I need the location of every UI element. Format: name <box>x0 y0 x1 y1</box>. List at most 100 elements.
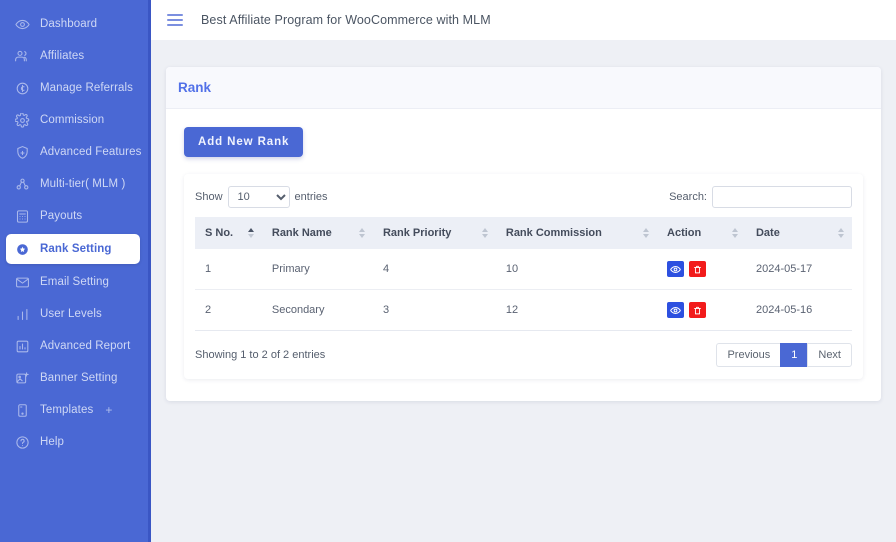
column-header-label: Rank Priority <box>383 227 451 239</box>
sidebar-item-payouts[interactable]: Payouts <box>0 202 148 230</box>
table-header-row: S No. Rank Name Rank Priority Rank Commissi… <box>195 217 852 249</box>
rank-table: S No. Rank Name Rank Priority Rank Commissi… <box>195 217 852 331</box>
sidebar-item-label: Email Setting <box>40 276 109 288</box>
column-header-label: Rank Commission <box>506 227 602 239</box>
template-icon <box>14 402 30 418</box>
column-header-label: Action <box>667 227 701 239</box>
column-header-s-no[interactable]: S No. <box>195 217 262 249</box>
rank-table-wrapper: Show 102550100 entries Search: S No. Rank… <box>184 174 863 379</box>
sidebar-item-manage-referrals[interactable]: Manage Referrals <box>0 74 148 102</box>
delete-button[interactable] <box>689 302 706 318</box>
table-search-control: Search: <box>669 186 852 208</box>
sort-arrows-icon <box>248 228 254 238</box>
sidebar-item-label: Multi-tier( MLM ) <box>40 178 125 190</box>
cell-rank-priority: 3 <box>373 290 496 331</box>
cell-rank-name: Primary <box>262 249 373 290</box>
sidebar-item-help[interactable]: Help <box>0 428 148 456</box>
sidebar-item-label: Affiliates <box>40 50 84 62</box>
main-area: Best Affiliate Program for WooCommerce w… <box>148 0 896 542</box>
pagination-previous[interactable]: Previous <box>716 343 780 367</box>
cell-rank-commission: 10 <box>496 249 657 290</box>
rank-table-body: 1Primary410 2024-05-17 2Secondary312 2024-0… <box>195 249 852 331</box>
cell-sno: 2 <box>195 290 262 331</box>
cell-date: 2024-05-17 <box>746 249 852 290</box>
pagination-next[interactable]: Next <box>807 343 852 367</box>
calculator-icon <box>14 208 30 224</box>
cell-actions <box>657 290 746 331</box>
sidebar-item-advanced-report[interactable]: Advanced Report <box>0 332 148 360</box>
sidebar-item-label: Advanced Report <box>40 340 130 352</box>
envelope-icon <box>14 274 30 290</box>
sidebar-item-label: User Levels <box>40 308 102 320</box>
cell-rank-name: Secondary <box>262 290 373 331</box>
shield-plus-icon <box>14 144 30 160</box>
sidebar-item-advanced-features[interactable]: Advanced Features <box>0 138 148 166</box>
question-icon <box>14 434 30 450</box>
sidebar-item-label: Payouts <box>40 210 82 222</box>
gear-icon <box>14 112 30 128</box>
sidebar-item-label: Templates <box>40 404 93 416</box>
table-controls: Show 102550100 entries Search: <box>195 184 852 217</box>
badge-star-icon <box>14 241 30 257</box>
pagination: Previous1Next <box>716 343 852 367</box>
bar-chart-icon <box>14 306 30 322</box>
sidebar-item-affiliates[interactable]: Affiliates <box>0 42 148 70</box>
cell-rank-commission: 12 <box>496 290 657 331</box>
content-region: Rank Add New Rank Show 102550100 entries… <box>151 40 896 542</box>
sidebar-item-multi-tier-mlm[interactable]: Multi-tier( MLM ) <box>0 170 148 198</box>
column-header-label: Date <box>756 227 780 239</box>
entries-per-page-select[interactable]: 102550100 <box>228 186 290 208</box>
sort-arrows-icon <box>482 228 488 238</box>
sidebar-item-rank-setting[interactable]: Rank Setting <box>6 234 140 264</box>
search-label: Search: <box>669 191 707 203</box>
sidebar-item-label: Advanced Features <box>40 146 141 158</box>
sidebar-item-label: Banner Setting <box>40 372 117 384</box>
column-header-rank-priority[interactable]: Rank Priority <box>373 217 496 249</box>
sort-arrows-icon <box>643 228 649 238</box>
length-prefix-label: Show <box>195 191 223 203</box>
topbar: Best Affiliate Program for WooCommerce w… <box>151 0 896 40</box>
column-header-rank-name[interactable]: Rank Name <box>262 217 373 249</box>
cell-rank-priority: 4 <box>373 249 496 290</box>
page-title: Best Affiliate Program for WooCommerce w… <box>201 13 491 27</box>
network-icon <box>14 176 30 192</box>
column-header-action[interactable]: Action <box>657 217 746 249</box>
sort-arrows-icon <box>359 228 365 238</box>
sidebar-item-dashboard[interactable]: Dashboard <box>0 10 148 38</box>
table-footer: Showing 1 to 2 of 2 entries Previous1Nex… <box>195 331 852 367</box>
sidebar-item-label: Commission <box>40 114 104 126</box>
sidebar-item-templates[interactable]: Templates + <box>0 396 148 424</box>
cell-sno: 1 <box>195 249 262 290</box>
view-button[interactable] <box>667 261 684 277</box>
sidebar-item-email-setting[interactable]: Email Setting <box>0 268 148 296</box>
rank-table-head: S No. Rank Name Rank Priority Rank Commissi… <box>195 217 852 249</box>
delete-button[interactable] <box>689 261 706 277</box>
search-input[interactable] <box>712 186 852 208</box>
sidebar-item-label: Rank Setting <box>40 243 112 255</box>
add-new-rank-button[interactable]: Add New Rank <box>184 127 303 157</box>
users-icon <box>14 48 30 64</box>
table-length-control: Show 102550100 entries <box>195 186 328 208</box>
column-header-label: Rank Name <box>272 227 332 239</box>
cell-actions <box>657 249 746 290</box>
sidebar-item-commission[interactable]: Commission <box>0 106 148 134</box>
table-row: 2Secondary312 2024-05-16 <box>195 290 852 331</box>
hamburger-icon[interactable] <box>167 14 183 26</box>
sort-arrows-icon <box>732 228 738 238</box>
table-row: 1Primary410 2024-05-17 <box>195 249 852 290</box>
sidebar: Dashboard Affiliates Manage Referrals Commi… <box>0 0 148 542</box>
report-icon <box>14 338 30 354</box>
expand-plus-icon[interactable]: + <box>105 403 112 417</box>
column-header-rank-commission[interactable]: Rank Commission <box>496 217 657 249</box>
view-button[interactable] <box>667 302 684 318</box>
sidebar-item-banner-setting[interactable]: Banner Setting <box>0 364 148 392</box>
sidebar-item-label: Dashboard <box>40 18 97 30</box>
sort-arrows-icon <box>838 228 844 238</box>
sidebar-item-user-levels[interactable]: User Levels <box>0 300 148 328</box>
rank-card: Rank Add New Rank Show 102550100 entries… <box>166 67 881 401</box>
column-header-date[interactable]: Date <box>746 217 852 249</box>
pagination-page-1[interactable]: 1 <box>780 343 807 367</box>
sidebar-nav: Dashboard Affiliates Manage Referrals Commi… <box>0 10 148 456</box>
cell-date: 2024-05-16 <box>746 290 852 331</box>
rank-card-body: Add New Rank Show 102550100 entries Sear… <box>166 109 881 401</box>
